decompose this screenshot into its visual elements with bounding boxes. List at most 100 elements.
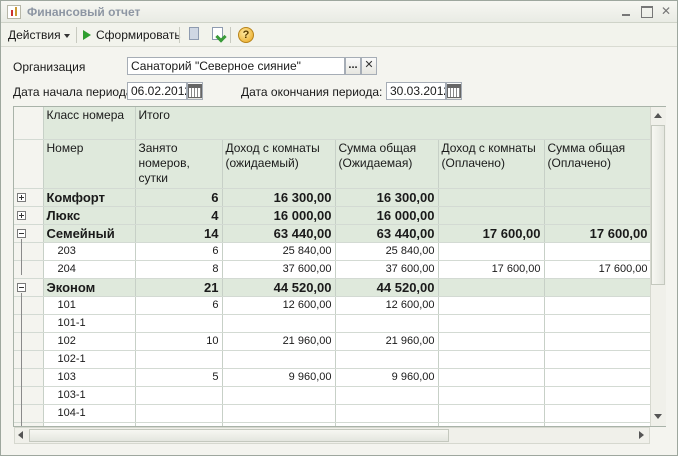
cell-sum-paid (544, 404, 652, 423)
end-date-calendar-button[interactable] (446, 82, 462, 100)
header-class: Класс номера (43, 107, 136, 140)
cell-sum-expected: 12 600,00 (335, 296, 439, 315)
cell-name: 102-1 (43, 350, 136, 369)
table-row[interactable]: 203 6 25 840,00 25 840,00 (14, 242, 652, 261)
cell-sum-paid (544, 278, 652, 297)
close-icon[interactable]: ✕ (658, 4, 674, 19)
cell-income-paid (438, 350, 545, 369)
header-income-paid: Доход с комнаты (Оплачено) (438, 139, 545, 189)
table-row[interactable]: 101-1 (14, 314, 652, 333)
vertical-scroll-thumb[interactable] (651, 125, 665, 285)
header-row-columns: Номер Занято номеров, сутки Доход с комн… (14, 139, 652, 189)
help-icon[interactable]: ? (238, 27, 254, 43)
collapse-icon[interactable] (17, 228, 26, 238)
cell-sum-paid (544, 350, 652, 369)
organization-input[interactable]: Санаторий "Северное сияние" (127, 57, 345, 75)
horizontal-scroll-thumb[interactable] (29, 429, 449, 442)
cell-income-expected: 21 960,00 (222, 332, 336, 351)
header-sum-paid: Сумма общая (Оплачено) (544, 139, 652, 189)
scroll-left-icon[interactable] (18, 431, 23, 439)
table-row[interactable]: 103 5 9 960,00 9 960,00 (14, 368, 652, 387)
table-row[interactable]: 204 8 37 600,00 37 600,00 17 600,00 17 600,00 (14, 260, 652, 279)
chevron-down-icon (63, 33, 70, 38)
actions-menu-button[interactable]: Действия (8, 27, 70, 43)
start-date-input[interactable]: 06.02.2012 (127, 82, 187, 100)
header-occupied: Занято номеров, сутки (135, 139, 223, 189)
title-bar[interactable]: Финансовый отчет ✕ (1, 1, 677, 23)
cell-income-expected (222, 350, 336, 369)
cell-occupied: 6 (135, 242, 223, 261)
header-number: Номер (43, 139, 136, 189)
cell-name: 101 (43, 296, 136, 315)
cell-occupied: 8 (135, 260, 223, 279)
cell-name: 204 (43, 260, 136, 279)
cell-name: 203 (43, 242, 136, 261)
cell-sum-paid: 17 600,00 (544, 260, 652, 279)
cell-name: 101-1 (43, 314, 136, 333)
cell-sum-paid (544, 242, 652, 261)
toolbar: Действия Сформировать (1, 23, 677, 47)
calendar-icon (447, 84, 461, 98)
cell-occupied: 14 (135, 224, 223, 243)
start-date-calendar-button[interactable] (187, 82, 203, 100)
tree-connector-line (21, 239, 22, 275)
scroll-right-icon[interactable] (639, 431, 644, 439)
actions-menu-label: Действия (8, 28, 61, 42)
expand-icon[interactable] (17, 192, 26, 202)
cell-sum-paid (544, 314, 652, 333)
header-total: Итого (135, 107, 652, 140)
cell-sum-expected: 25 840,00 (335, 242, 439, 261)
cell-sum-paid: 17 600,00 (544, 224, 652, 243)
table-row[interactable]: 104-1 (14, 404, 652, 423)
cell-income-expected: 37 600,00 (222, 260, 336, 279)
cell-sum-paid (544, 206, 652, 225)
cell-sum-expected: 44 520,00 (335, 278, 439, 297)
cell-income-paid (438, 188, 545, 207)
cell-income-paid (438, 368, 545, 387)
group-row[interactable]: Семейный 14 63 440,00 63 440,00 17 600,00 17 … (14, 224, 652, 243)
cell-name: 103 (43, 368, 136, 387)
expand-icon[interactable] (17, 210, 26, 220)
group-row[interactable]: Эконом 21 44 520,00 44 520,00 (14, 278, 652, 297)
end-date-label: Дата окончания периода: (241, 85, 383, 99)
collapse-icon[interactable] (17, 282, 26, 292)
cell-sum-paid (544, 188, 652, 207)
cell-sum-expected (335, 314, 439, 333)
toolbar-separator (76, 27, 77, 43)
table-row[interactable]: 102-1 (14, 350, 652, 369)
generate-button[interactable]: Сформировать (82, 27, 181, 43)
cell-name: Семейный (43, 224, 136, 243)
table-row[interactable]: 102 10 21 960,00 21 960,00 (14, 332, 652, 351)
tree-connector-line (21, 293, 22, 426)
export-icon[interactable] (210, 26, 227, 43)
cell-income-paid (438, 404, 545, 423)
cell-occupied: 4 (135, 206, 223, 225)
cell-occupied: 6 (135, 296, 223, 315)
cell-name: Комфорт (43, 188, 136, 207)
minimize-button[interactable] (618, 4, 634, 19)
cell-income-expected: 12 600,00 (222, 296, 336, 315)
cell-sum-expected (335, 404, 439, 423)
cell-income-paid (438, 296, 545, 315)
table-row[interactable]: 103-1 (14, 386, 652, 405)
toolbar-separator (230, 27, 231, 43)
end-date-input[interactable]: 30.03.2012 (386, 82, 446, 100)
maximize-button[interactable] (638, 4, 654, 19)
generate-label: Сформировать (96, 28, 181, 42)
cell-sum-expected (335, 386, 439, 405)
cell-income-expected: 63 440,00 (222, 224, 336, 243)
cell-name: 103-1 (43, 386, 136, 405)
group-row[interactable]: Комфорт 6 16 300,00 16 300,00 (14, 188, 652, 207)
cell-occupied: 5 (135, 368, 223, 387)
print-preview-icon[interactable] (186, 26, 202, 42)
cell-income-expected (222, 314, 336, 333)
header-sum-expected: Сумма общая (Ожидаемая) (335, 139, 439, 189)
scroll-down-icon[interactable] (654, 414, 662, 419)
organization-select-button[interactable]: ... (345, 57, 361, 75)
scroll-up-icon[interactable] (654, 113, 662, 118)
table-row[interactable]: 101 6 12 600,00 12 600,00 (14, 296, 652, 315)
report-table[interactable]: Класс номера Итого Номер Занято номеров,… (13, 106, 666, 427)
organization-clear-button[interactable]: ✕ (361, 57, 377, 75)
group-row[interactable]: Люкс 4 16 000,00 16 000,00 (14, 206, 652, 225)
cell-sum-expected: 16 000,00 (335, 206, 439, 225)
